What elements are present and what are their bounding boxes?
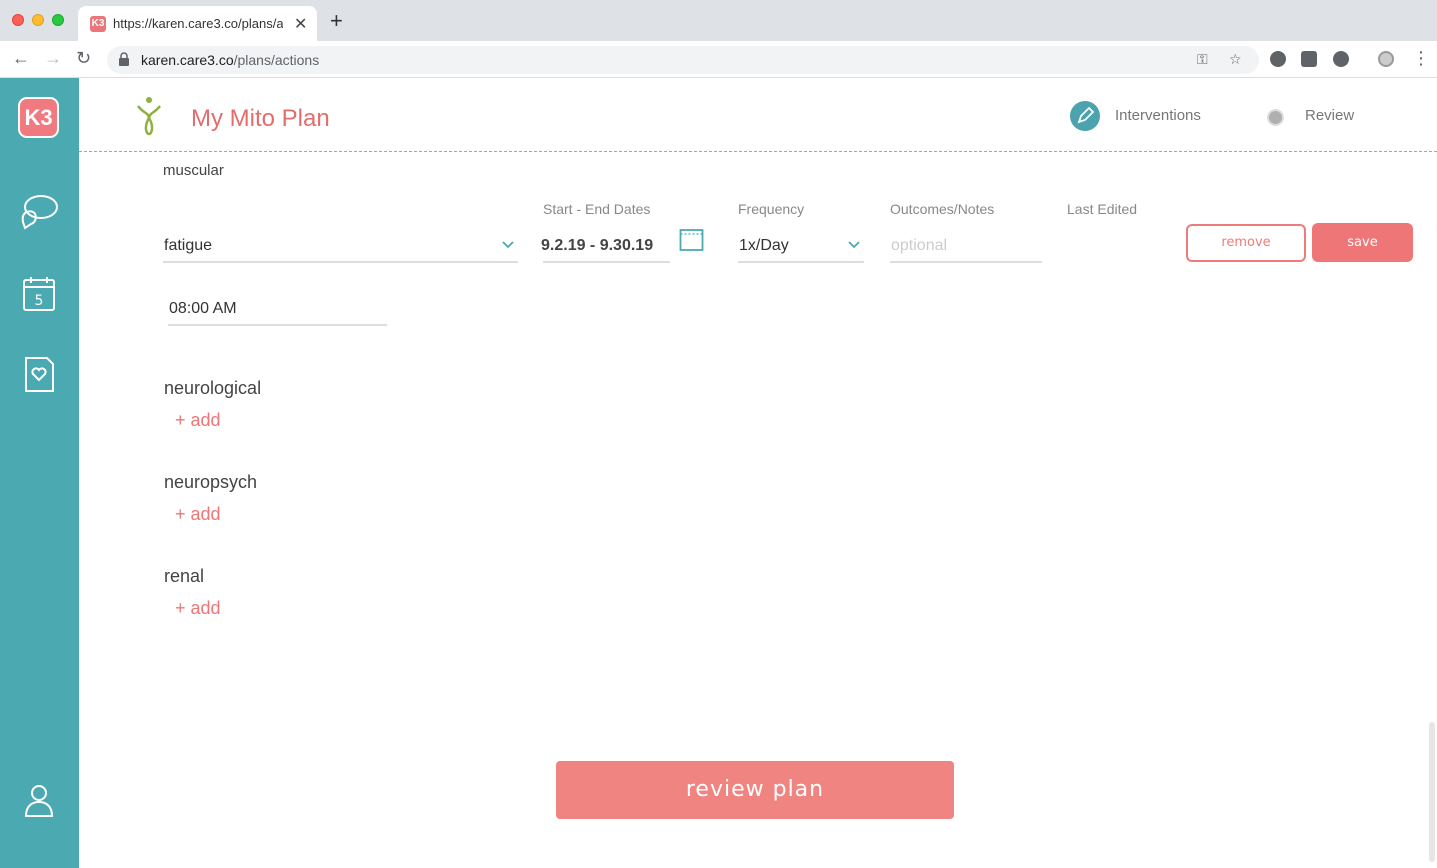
url-text: karen.care3.co/plans/actions xyxy=(141,52,320,68)
address-bar[interactable]: karen.care3.co/plans/actions ⚿ ☆ xyxy=(107,46,1259,74)
forward-icon[interactable]: → xyxy=(44,48,62,68)
profile-icon[interactable] xyxy=(19,780,59,820)
extension-icon[interactable] xyxy=(1333,51,1349,67)
symptom-select[interactable]: fatigue xyxy=(163,229,518,263)
reload-icon[interactable]: ↻ xyxy=(76,48,91,68)
calendar-icon[interactable]: 5 xyxy=(19,274,59,314)
brand-figure-icon xyxy=(137,97,161,136)
chat-icon[interactable] xyxy=(19,192,59,232)
date-range-value: 9.2.19 - 9.30.19 xyxy=(541,237,654,254)
frequency-select[interactable]: 1x/Day xyxy=(738,229,864,263)
extension-icon[interactable] xyxy=(1301,51,1317,67)
care-plan-icon[interactable] xyxy=(19,354,59,394)
section-title-neuropsych: neuropsych xyxy=(164,472,258,492)
remove-button[interactable]: remove xyxy=(1186,224,1306,262)
tab-title: https://karen.care3.co/plans/actions xyxy=(113,16,283,31)
maximize-window-button[interactable] xyxy=(52,14,64,26)
time-value: 08:00 AM xyxy=(169,300,237,317)
section-title-neurological: neurological xyxy=(164,378,262,398)
save-button[interactable]: save xyxy=(1312,223,1413,262)
section-title-muscular: muscular xyxy=(163,162,224,179)
browser-titlebar: K3 https://karen.care3.co/plans/actions … xyxy=(0,0,1437,41)
column-label-edited: Last Edited xyxy=(1067,201,1138,217)
add-renal-link[interactable]: + add xyxy=(175,598,221,619)
add-neuropsych-link[interactable]: + add xyxy=(175,504,221,525)
notes-placeholder: optional xyxy=(891,237,948,254)
date-range-field[interactable]: 9.2.19 - 9.30.19 xyxy=(541,229,670,263)
lock-icon xyxy=(119,52,129,66)
column-label-dates: Start - End Dates xyxy=(543,201,651,217)
column-label-frequency: Frequency xyxy=(738,201,805,217)
chevron-down-icon xyxy=(848,241,860,249)
main-content: muscular Start - End Dates Frequency Out… xyxy=(79,152,1437,868)
time-input[interactable]: 08:00 AM xyxy=(168,292,387,326)
review-plan-button[interactable]: review plan xyxy=(556,761,954,819)
browser-toolbar: ← → ↻ karen.care3.co/plans/actions ⚿ ☆ ⋮ xyxy=(0,41,1437,78)
step-review-label[interactable]: Review xyxy=(1305,107,1354,124)
step-review-indicator[interactable] xyxy=(1267,109,1284,126)
key-icon[interactable]: ⚿ xyxy=(1197,51,1208,68)
back-icon[interactable]: ← xyxy=(12,48,30,68)
chevron-down-icon xyxy=(502,241,514,249)
add-neurological-link[interactable]: + add xyxy=(175,410,221,431)
step-interventions-indicator[interactable] xyxy=(1070,101,1100,131)
star-icon[interactable]: ☆ xyxy=(1229,51,1242,68)
frequency-value: 1x/Day xyxy=(739,237,789,254)
extension-icon[interactable] xyxy=(1270,51,1286,67)
page-title: My Mito Plan xyxy=(191,105,330,132)
minimize-window-button[interactable] xyxy=(32,14,44,26)
close-window-button[interactable] xyxy=(12,14,24,26)
symptom-value: fatigue xyxy=(164,237,213,254)
notes-input[interactable]: optional xyxy=(890,229,1042,263)
step-interventions-label[interactable]: Interventions xyxy=(1115,107,1201,124)
app-header: My Mito Plan Interventions Review xyxy=(79,78,1437,152)
browser-tab[interactable]: K3 https://karen.care3.co/plans/actions … xyxy=(78,6,317,41)
calendar-picker-icon[interactable] xyxy=(679,227,704,252)
column-label-notes: Outcomes/Notes xyxy=(890,201,995,217)
favicon-icon: K3 xyxy=(90,16,106,32)
sidebar: K3 5 xyxy=(0,78,79,868)
section-title-renal: renal xyxy=(164,566,205,586)
svg-text:5: 5 xyxy=(35,293,44,309)
profile-avatar-icon[interactable] xyxy=(1378,51,1394,67)
tab-close-icon[interactable]: ✕ xyxy=(294,14,307,34)
scrollbar[interactable] xyxy=(1429,722,1435,862)
pencil-icon xyxy=(1077,106,1095,124)
app-logo[interactable]: K3 xyxy=(18,97,59,138)
menu-dots-icon[interactable]: ⋮ xyxy=(1412,48,1430,69)
new-tab-icon[interactable]: + xyxy=(330,10,343,32)
